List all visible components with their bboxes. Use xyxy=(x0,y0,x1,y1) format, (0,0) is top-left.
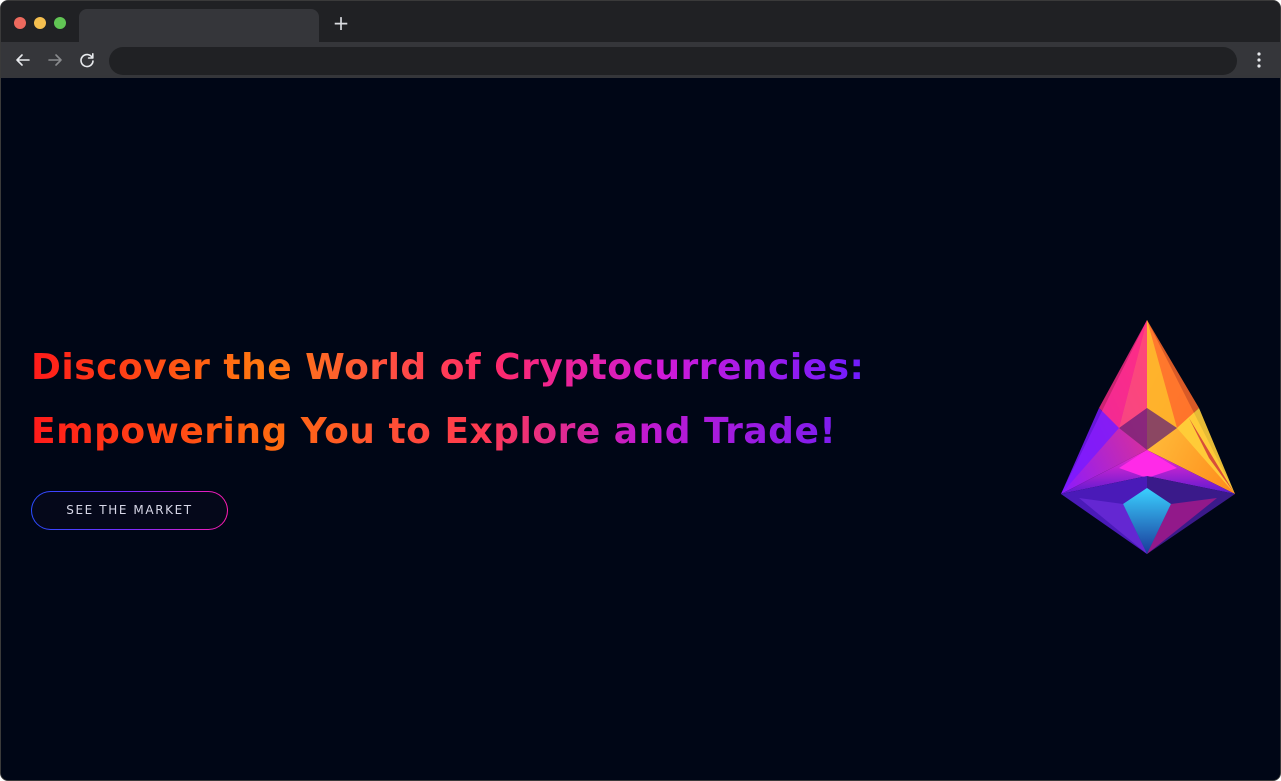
back-button[interactable] xyxy=(13,50,33,70)
forward-button[interactable] xyxy=(45,50,65,70)
hero-title-line-2: Empowering You to Explore and Trade! xyxy=(31,400,846,464)
address-bar[interactable] xyxy=(109,47,1237,75)
browser-toolbar xyxy=(1,42,1280,78)
hero-title-line-1: Discover the World of Cryptocurrencies: xyxy=(31,336,873,400)
hero-title: Discover the World of Cryptocurrencies: … xyxy=(31,336,931,464)
new-tab-button[interactable]: + xyxy=(331,13,351,33)
browser-window: + Discover the World of Cryptocurrencies… xyxy=(0,0,1281,781)
browser-menu-button[interactable] xyxy=(1250,50,1268,70)
close-window-button[interactable] xyxy=(14,17,26,29)
page-content: Discover the World of Cryptocurrencies: … xyxy=(1,78,1280,780)
active-tab[interactable] xyxy=(79,9,319,42)
arrow-left-icon xyxy=(16,54,30,66)
see-the-market-button[interactable]: SEE THE MARKET xyxy=(31,491,228,530)
reload-icon xyxy=(80,53,94,68)
ethereum-crystal-logo xyxy=(1059,318,1237,558)
minimize-window-button[interactable] xyxy=(34,17,46,29)
tab-strip: + xyxy=(1,1,1280,42)
arrow-right-icon xyxy=(48,54,62,66)
kebab-menu-icon xyxy=(1257,52,1261,68)
maximize-window-button[interactable] xyxy=(54,17,66,29)
reload-button[interactable] xyxy=(77,50,97,70)
